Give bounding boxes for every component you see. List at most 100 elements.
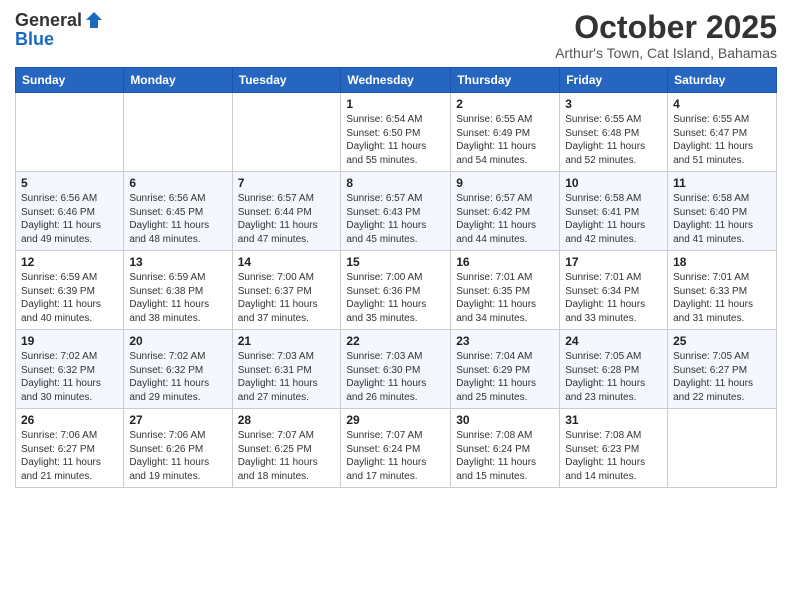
title-area: October 2025 Arthur's Town, Cat Island, … [555,10,777,61]
weekday-header-sunday: Sunday [16,68,124,93]
day-number: 27 [129,413,226,427]
day-info: Sunrise: 7:00 AM Sunset: 6:36 PM Dayligh… [346,271,445,325]
day-info: Sunrise: 7:03 AM Sunset: 6:31 PM Dayligh… [238,350,336,404]
day-number: 21 [238,334,336,348]
day-number: 3 [565,97,662,111]
calendar-cell: 8Sunrise: 6:57 AM Sunset: 6:43 PM Daylig… [341,172,451,251]
day-info: Sunrise: 7:06 AM Sunset: 6:26 PM Dayligh… [129,429,226,483]
calendar-cell: 20 Sunrise: 7:02 AM Sunset: 6:32 PM Dayli… [124,330,232,409]
day-number: 24 [565,334,662,348]
weekday-header-wednesday: Wednesday [341,68,451,93]
day-number: 28 [238,413,336,427]
day-info: Sunrise: 6:58 AM Sunset: 6:41 PM Dayligh… [565,192,662,246]
calendar-cell: 10 Sunrise: 6:58 AM Sunset: 6:41 PM Dayli… [560,172,668,251]
day-number: 10 [565,176,662,190]
calendar-cell: 21 Sunrise: 7:03 AM Sunset: 6:31 PM Dayli… [232,330,341,409]
day-number: 8 [346,176,445,190]
month-title: October 2025 [555,10,777,45]
day-number: 31 [565,413,662,427]
header: General Blue October 2025 Arthur's Town,… [15,10,777,61]
day-number: 13 [129,255,226,269]
day-number: 17 [565,255,662,269]
day-info: Sunrise: 6:55 AM Sunset: 6:47 PM Dayligh… [673,113,771,167]
location-subtitle: Arthur's Town, Cat Island, Bahamas [555,45,777,61]
day-number: 22 [346,334,445,348]
day-info: Sunrise: 6:55 AM Sunset: 6:48 PM Dayligh… [565,113,662,167]
calendar-cell: 7 Sunrise: 6:57 AM Sunset: 6:44 PM Daylig… [232,172,341,251]
calendar-cell: 16Sunrise: 7:01 AM Sunset: 6:35 PM Dayli… [451,251,560,330]
weekday-header-row: SundayMondayTuesdayWednesdayThursdayFrid… [16,68,777,93]
calendar-cell [232,93,341,172]
calendar-cell: 2 Sunrise: 6:55 AM Sunset: 6:49 PM Daylig… [451,93,560,172]
day-number: 30 [456,413,554,427]
day-number: 19 [21,334,118,348]
day-info: Sunrise: 6:56 AM Sunset: 6:45 PM Dayligh… [129,192,226,246]
day-info: Sunrise: 7:07 AM Sunset: 6:25 PM Dayligh… [238,429,336,483]
calendar-cell [124,93,232,172]
day-number: 2 [456,97,554,111]
day-info: Sunrise: 6:59 AM Sunset: 6:39 PM Dayligh… [21,271,118,325]
logo: General Blue [15,10,104,48]
calendar-cell [668,409,777,488]
calendar-cell: 25 Sunrise: 7:05 AM Sunset: 6:27 PM Dayli… [668,330,777,409]
calendar-week-row: 19 Sunrise: 7:02 AM Sunset: 6:32 PM Dayli… [16,330,777,409]
day-number: 26 [21,413,118,427]
day-info: Sunrise: 7:05 AM Sunset: 6:28 PM Dayligh… [565,350,662,404]
day-info: Sunrise: 6:55 AM Sunset: 6:49 PM Dayligh… [456,113,554,167]
day-number: 16 [456,255,554,269]
calendar-cell: 28 Sunrise: 7:07 AM Sunset: 6:25 PM Dayli… [232,409,341,488]
day-number: 7 [238,176,336,190]
calendar-cell: 5 Sunrise: 6:56 AM Sunset: 6:46 PM Daylig… [16,172,124,251]
calendar-cell: 4 Sunrise: 6:55 AM Sunset: 6:47 PM Daylig… [668,93,777,172]
calendar-cell: 31Sunrise: 7:08 AM Sunset: 6:23 PM Dayli… [560,409,668,488]
day-number: 4 [673,97,771,111]
day-info: Sunrise: 7:02 AM Sunset: 6:32 PM Dayligh… [21,350,118,404]
calendar-page: General Blue October 2025 Arthur's Town,… [0,0,792,612]
calendar-cell: 19 Sunrise: 7:02 AM Sunset: 6:32 PM Dayli… [16,330,124,409]
day-info: Sunrise: 7:06 AM Sunset: 6:27 PM Dayligh… [21,429,118,483]
day-number: 5 [21,176,118,190]
calendar-cell: 18Sunrise: 7:01 AM Sunset: 6:33 PM Dayli… [668,251,777,330]
calendar-week-row: 26 Sunrise: 7:06 AM Sunset: 6:27 PM Dayli… [16,409,777,488]
calendar-cell: 26 Sunrise: 7:06 AM Sunset: 6:27 PM Dayli… [16,409,124,488]
day-number: 11 [673,176,771,190]
day-info: Sunrise: 7:02 AM Sunset: 6:32 PM Dayligh… [129,350,226,404]
calendar-table: SundayMondayTuesdayWednesdayThursdayFrid… [15,67,777,488]
day-number: 15 [346,255,445,269]
calendar-cell: 23Sunrise: 7:04 AM Sunset: 6:29 PM Dayli… [451,330,560,409]
day-info: Sunrise: 7:00 AM Sunset: 6:37 PM Dayligh… [238,271,336,325]
logo-blue-text: Blue [15,30,54,48]
calendar-cell: 30 Sunrise: 7:08 AM Sunset: 6:24 PM Dayli… [451,409,560,488]
weekday-header-monday: Monday [124,68,232,93]
day-info: Sunrise: 6:59 AM Sunset: 6:38 PM Dayligh… [129,271,226,325]
weekday-header-saturday: Saturday [668,68,777,93]
day-number: 14 [238,255,336,269]
day-info: Sunrise: 7:07 AM Sunset: 6:24 PM Dayligh… [346,429,445,483]
calendar-cell: 17 Sunrise: 7:01 AM Sunset: 6:34 PM Dayli… [560,251,668,330]
calendar-cell: 24 Sunrise: 7:05 AM Sunset: 6:28 PM Dayli… [560,330,668,409]
day-info: Sunrise: 7:05 AM Sunset: 6:27 PM Dayligh… [673,350,771,404]
day-number: 25 [673,334,771,348]
day-info: Sunrise: 7:08 AM Sunset: 6:24 PM Dayligh… [456,429,554,483]
calendar-cell: 9 Sunrise: 6:57 AM Sunset: 6:42 PM Daylig… [451,172,560,251]
calendar-cell: 22Sunrise: 7:03 AM Sunset: 6:30 PM Dayli… [341,330,451,409]
day-info: Sunrise: 6:57 AM Sunset: 6:42 PM Dayligh… [456,192,554,246]
calendar-cell: 27 Sunrise: 7:06 AM Sunset: 6:26 PM Dayli… [124,409,232,488]
calendar-cell: 12Sunrise: 6:59 AM Sunset: 6:39 PM Dayli… [16,251,124,330]
day-info: Sunrise: 6:57 AM Sunset: 6:44 PM Dayligh… [238,192,336,246]
calendar-cell: 29Sunrise: 7:07 AM Sunset: 6:24 PM Dayli… [341,409,451,488]
calendar-cell: 3 Sunrise: 6:55 AM Sunset: 6:48 PM Daylig… [560,93,668,172]
day-number: 20 [129,334,226,348]
calendar-cell: 13 Sunrise: 6:59 AM Sunset: 6:38 PM Dayli… [124,251,232,330]
calendar-week-row: 1Sunrise: 6:54 AM Sunset: 6:50 PM Daylig… [16,93,777,172]
weekday-header-thursday: Thursday [451,68,560,93]
day-info: Sunrise: 7:01 AM Sunset: 6:34 PM Dayligh… [565,271,662,325]
day-info: Sunrise: 6:56 AM Sunset: 6:46 PM Dayligh… [21,192,118,246]
day-number: 9 [456,176,554,190]
calendar-cell: 11 Sunrise: 6:58 AM Sunset: 6:40 PM Dayli… [668,172,777,251]
weekday-header-tuesday: Tuesday [232,68,341,93]
day-info: Sunrise: 6:58 AM Sunset: 6:40 PM Dayligh… [673,192,771,246]
calendar-cell: 14 Sunrise: 7:00 AM Sunset: 6:37 PM Dayli… [232,251,341,330]
day-info: Sunrise: 7:01 AM Sunset: 6:33 PM Dayligh… [673,271,771,325]
calendar-cell: 15 Sunrise: 7:00 AM Sunset: 6:36 PM Dayli… [341,251,451,330]
